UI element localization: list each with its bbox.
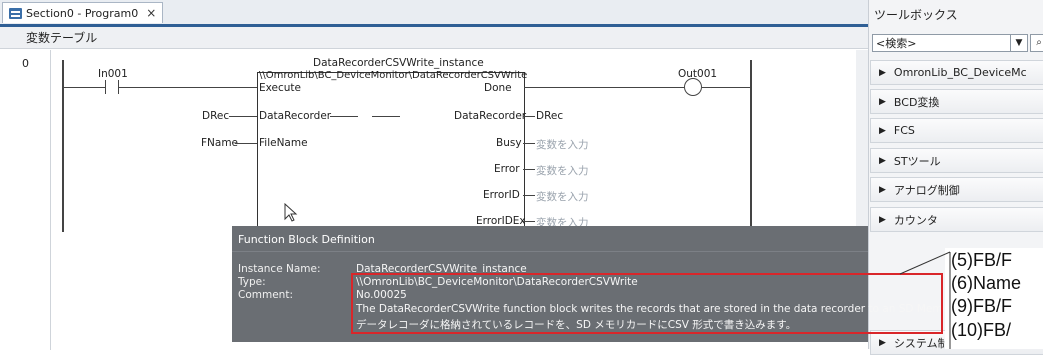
toolbox-title: ツールボックス (874, 8, 958, 22)
expand-arrow-icon: ▶ (879, 96, 886, 107)
tab-label: Section0 - Program0 (26, 6, 139, 20)
right-power-rail (750, 60, 752, 232)
pin-wire (523, 143, 535, 144)
highlight-box (351, 273, 943, 334)
rung-wire (524, 87, 684, 88)
toolbox-item-label: BCD変換 (893, 95, 940, 109)
pin-wire (523, 195, 535, 196)
toolbox-item-fcs[interactable]: ▶ FCS (870, 118, 1043, 143)
mouse-cursor-icon (284, 203, 298, 222)
expand-arrow-icon: ▶ (879, 337, 886, 348)
callout-9: (9)FB/F (951, 296, 1012, 316)
toolbox-item-label: OmronLib_BC_DeviceMc (893, 66, 1027, 79)
fb-arg-datarecorder-in[interactable]: DRec (202, 110, 229, 122)
left-power-rail (62, 60, 64, 232)
tab-section0-program0[interactable]: Section0 - Program0 × (2, 2, 164, 23)
rung-wire (63, 87, 105, 88)
expand-arrow-icon: ▶ (879, 184, 886, 195)
search-icon[interactable]: ⌕ (1030, 34, 1043, 52)
fb-pin-filename: FileName (259, 137, 308, 149)
coil-label[interactable]: Out001 (678, 68, 717, 80)
fb-pin-datarecorder-in: DataRecorder (259, 110, 332, 122)
fb-instance-name[interactable]: DataRecorderCSVWrite_instance (313, 57, 484, 69)
pin-wire (229, 116, 257, 117)
fb-arg-errorid[interactable]: 変数を入力 (536, 189, 589, 204)
fb-type-path: \\OmronLib\BC_DeviceMonitor\DataRecorder… (259, 70, 528, 81)
toolbox-item-analog[interactable]: ▶ アナログ制御 (870, 177, 1043, 202)
fb-pin-errorid: ErrorID (483, 189, 520, 201)
chevron-down-icon[interactable]: ▼ (1010, 34, 1028, 52)
callout-10: (10)FB/ (951, 320, 1012, 340)
expand-arrow-icon: ▶ (879, 155, 886, 166)
toolbox-item-label: FCS (893, 124, 915, 137)
fb-pin-done: Done (484, 82, 512, 94)
pin-wire (523, 169, 535, 170)
toolbox-item-bcd[interactable]: ▶ BCD変換 (870, 89, 1043, 114)
tooltip-comment-label: Comment: (238, 289, 293, 301)
coil-element[interactable] (684, 78, 702, 96)
toolbox-search-input[interactable]: <検索> (872, 34, 1012, 52)
rung-number: 0 (22, 57, 29, 70)
pin-wire (235, 143, 257, 144)
rung-wire (702, 87, 750, 88)
expand-arrow-icon: ▶ (879, 125, 886, 136)
fb-pin-error: Error (494, 163, 520, 175)
close-icon[interactable]: × (146, 6, 156, 20)
pin-wire (523, 116, 535, 117)
toolbox-item-omronlib[interactable]: ▶ OmronLib_BC_DeviceMc (870, 60, 1043, 85)
tooltip-title: Function Block Definition (238, 233, 375, 246)
toolbox-item-label: STツール (893, 154, 941, 168)
fb-arg-error[interactable]: 変数を入力 (536, 163, 589, 178)
contact-element[interactable] (103, 78, 121, 96)
tooltip-divider (232, 251, 868, 252)
pin-wire (523, 221, 535, 222)
fb-arg-datarecorder-out[interactable]: DRec (536, 110, 563, 122)
expand-arrow-icon: ▶ (879, 214, 886, 225)
inout-link (330, 116, 358, 117)
variable-table-bar[interactable]: 変数テーブル (0, 27, 868, 49)
toolbox-item-label: システム制 (893, 336, 949, 350)
toolbox-item-label: カウンタ (893, 213, 938, 227)
rung-wire (119, 87, 257, 88)
program-icon (9, 7, 22, 19)
right-power-rail-area (856, 50, 868, 230)
fb-pin-execute: Execute (259, 82, 301, 94)
toolbox-item-st-tools[interactable]: ▶ STツール (870, 148, 1043, 173)
fb-pin-busy: Busy (496, 137, 522, 149)
fb-arg-busy[interactable]: 変数を入力 (536, 137, 589, 152)
rung-gutter (50, 50, 51, 350)
tooltip-instance-label: Instance Name: (238, 263, 321, 275)
fb-arg-filename[interactable]: FName (201, 137, 238, 149)
callout-5: (5)FB/F (951, 250, 1012, 270)
tooltip-type-label: Type: (238, 276, 266, 288)
fb-pin-datarecorder-out: DataRecorder (454, 110, 527, 122)
toolbox-item-counter[interactable]: ▶ カウンタ (870, 207, 1043, 232)
callout-6: (6)Name (951, 273, 1022, 293)
toolbox-item-label: アナログ制御 (893, 183, 960, 197)
expand-arrow-icon: ▶ (879, 67, 886, 78)
variable-table-label: 変数テーブル (26, 31, 98, 45)
inout-link (372, 116, 400, 117)
